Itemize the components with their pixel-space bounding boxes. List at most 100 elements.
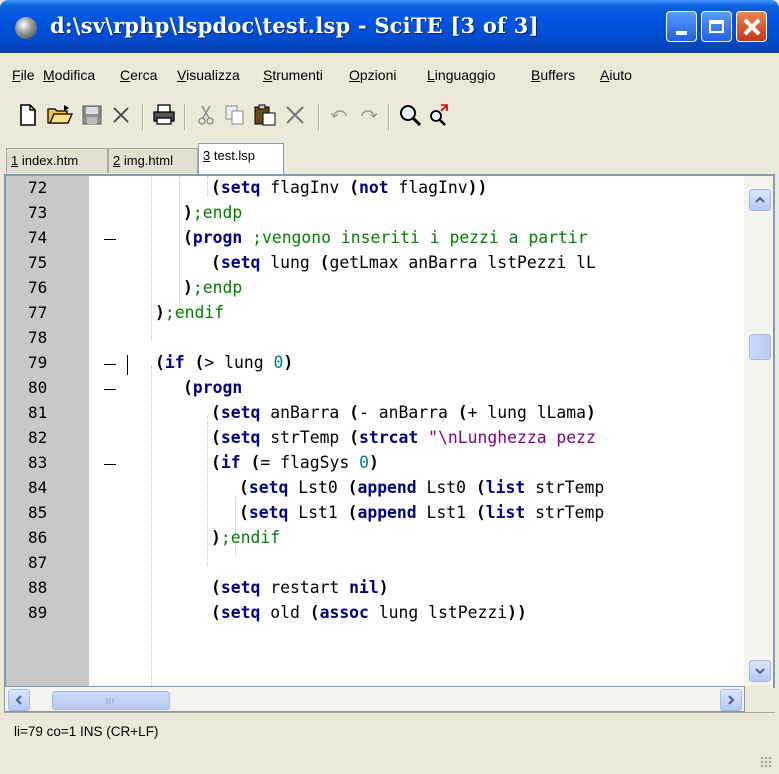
menu-file[interactable]: File [12,67,35,83]
number: 0 [273,353,284,372]
replace-button[interactable] [425,100,453,130]
print-button[interactable] [150,100,178,130]
title-bar[interactable]: d:\sv\rphp\lspdoc\test.lsp - SciTE [3 of… [0,0,779,53]
code-line[interactable]: 82 (setq strTemp (strcat "\nLunghezza pe… [6,428,746,452]
menu-modifica[interactable]: Modifica [43,67,95,83]
menu-strumenti-label: trumenti [272,67,323,83]
menu-file-mnemonic: F [12,67,21,83]
menu-cerca[interactable]: Cerca [120,67,157,83]
code-line[interactable]: 74 (progn ;vengono inseriti i pezzi a pa… [6,228,746,252]
line-number: 87 [28,553,48,572]
scroll-left-button[interactable] [8,689,30,711]
code-line[interactable]: 84 (setq Lst0 (append Lst0 (list strTemp [6,478,746,502]
scroll-down-button[interactable] [749,660,771,682]
undo-icon [330,110,347,118]
vertical-scroll-thumb[interactable] [749,334,771,360]
code-line[interactable]: 83 (if (= flagSys 0) [6,453,746,477]
maximize-icon [709,20,724,33]
scroll-right-button[interactable] [720,689,742,711]
menu-visualizza[interactable]: Visualizza [177,67,240,83]
code-line[interactable]: 87 [6,553,746,577]
keyword: if [164,353,185,372]
keyword: setq [248,478,289,497]
code-line[interactable]: 77 );endif [6,303,746,327]
tab-test-lsp[interactable]: 3 test.lsp [198,143,284,174]
menu-visualizza-label: isualizza [186,67,240,83]
paste-icon [254,104,276,126]
code-line[interactable]: 86 );endif [6,528,746,552]
keyword: assoc [319,603,369,622]
keyword: progn [192,228,243,247]
tab-label: img.html [120,153,173,168]
menu-aiuto[interactable]: Aiuto [600,67,632,83]
scroll-up-button[interactable] [749,189,771,211]
fold-marker[interactable] [104,464,116,465]
app-icon[interactable] [15,17,37,39]
status-bar [4,712,775,774]
keyword: if [220,453,241,472]
maximize-button[interactable] [701,11,732,42]
menu-strumenti[interactable]: Strumenti [263,67,323,83]
undo-button[interactable] [326,100,354,130]
fold-marker[interactable] [104,389,116,390]
vertical-scrollbar[interactable] [744,176,773,686]
close-button[interactable] [736,11,767,42]
code-line[interactable]: 80 (progn [6,378,746,402]
toolbar-separator [184,104,186,130]
code-line[interactable]: 75 (setq lung (getLmax anBarra lstPezzi … [6,253,746,277]
open-button[interactable] [46,100,74,130]
find-button[interactable] [396,100,424,130]
tab-index-htm[interactable]: 1 index.htm [6,148,108,173]
code-line[interactable]: 89 (setq old (assoc lung lstPezzi)) [6,603,746,627]
minimize-button[interactable] [666,11,697,42]
menu-linguaggio-mnemonic: L [427,67,435,83]
redo-button[interactable] [354,100,382,130]
code-editor[interactable]: 72 (setq flagInv (not flagInv)) 73 );end… [4,174,775,688]
identifier: old [260,603,310,622]
cut-button[interactable] [192,100,220,130]
line-number: 81 [28,403,48,422]
find-icon [400,105,422,127]
cut-icon [198,105,214,125]
code-line[interactable]: 78 [6,328,746,352]
keyword: list [485,503,526,522]
delete-button[interactable] [281,100,309,130]
menu-strumenti-mnemonic: S [263,67,273,83]
fold-marker[interactable] [104,364,116,365]
menu-opzioni[interactable]: Opzioni [349,67,396,83]
code-text: );endif [211,528,281,547]
code-line[interactable]: 81 (setq anBarra (- anBarra (+ lung lLam… [6,403,746,427]
save-icon [82,105,102,125]
tab-img-html[interactable]: 2 img.html [108,148,198,173]
fold-marker[interactable] [104,239,116,240]
code-line[interactable]: 72 (setq flagInv (not flagInv)) [6,178,746,202]
line-number: 75 [28,253,48,272]
keyword: nil [349,578,379,597]
scrollbar-corner [745,686,773,712]
new-file-button[interactable] [14,100,42,130]
resize-grip-icon[interactable] [760,756,772,768]
save-button[interactable] [78,100,106,130]
new-file-icon [20,104,36,126]
code-line[interactable]: 79 (if (> lung 0) [6,353,746,377]
horizontal-scroll-thumb[interactable] [52,691,170,710]
close-file-button[interactable] [107,100,135,130]
code-text: (if (> lung 0) [155,353,294,372]
code-line[interactable]: 76 );endp [6,278,746,302]
code-line[interactable]: 85 (setq Lst1 (append Lst1 (list strTemp [6,503,746,527]
identifier: Lst1 [288,503,348,522]
code-line[interactable]: 88 (setq restart nil) [6,578,746,602]
keyword: setq [220,253,261,272]
keyword: list [485,478,526,497]
code-line[interactable]: 73 );endp [6,203,746,227]
menu-buffers[interactable]: Buffers [531,67,575,83]
copy-icon [225,105,244,125]
code-text: (progn [183,378,243,397]
comment: ;vengono inseriti i pezzi a partir [242,228,588,247]
copy-button[interactable] [221,100,249,130]
operator: = [260,453,271,472]
paste-button[interactable] [251,100,279,130]
open-folder-icon [47,105,73,124]
line-number: 76 [28,278,48,297]
menu-linguaggio[interactable]: Linguaggio [427,67,496,83]
